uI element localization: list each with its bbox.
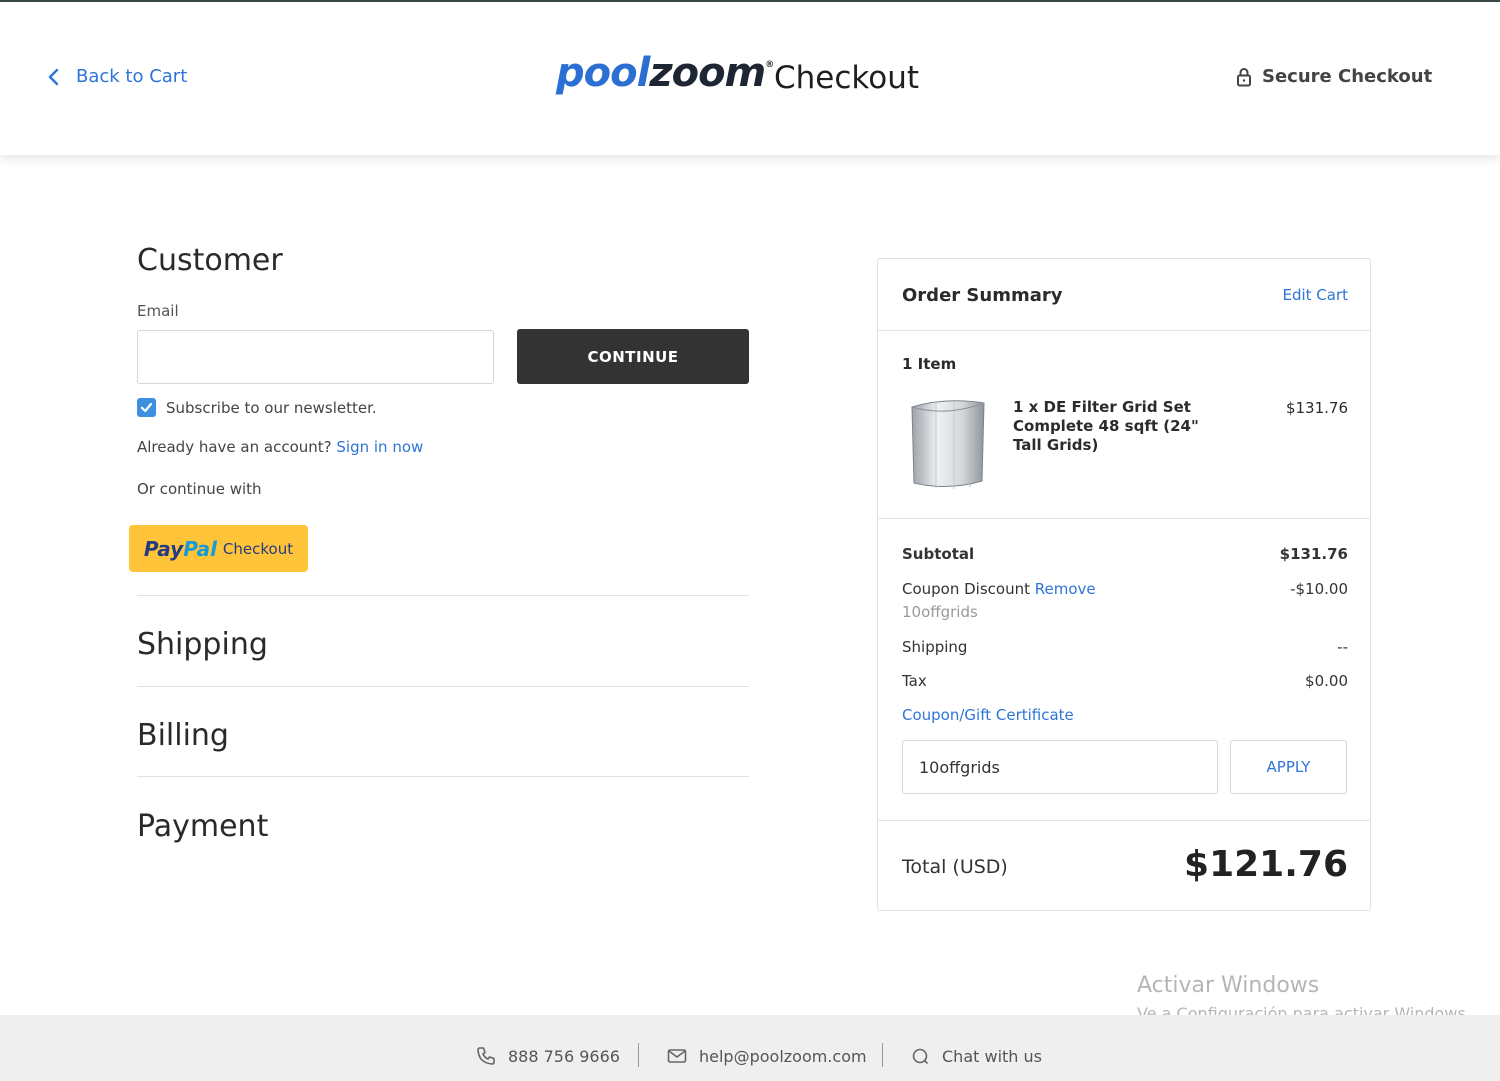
continue-button[interactable]: CONTINUE bbox=[517, 329, 749, 384]
footer-email-label: help@poolzoom.com bbox=[699, 1046, 867, 1066]
shipping-row: Shipping -- bbox=[902, 638, 1348, 656]
item-count: 1 Item bbox=[902, 355, 957, 373]
sign-in-link[interactable]: Sign in now bbox=[336, 438, 423, 456]
or-continue-text: Or continue with bbox=[137, 480, 262, 498]
lock-icon bbox=[1237, 67, 1251, 86]
page-title: Checkout bbox=[774, 60, 920, 96]
shipping-label: Shipping bbox=[902, 638, 968, 656]
check-icon bbox=[140, 402, 153, 413]
billing-section-title[interactable]: Billing bbox=[137, 718, 229, 753]
coupon-discount-row: Coupon Discount Remove -$10.00 bbox=[902, 580, 1348, 598]
phone-icon bbox=[477, 1047, 495, 1065]
account-prompt: Already have an account? Sign in now bbox=[137, 438, 423, 456]
remove-coupon-link[interactable]: Remove bbox=[1035, 580, 1096, 598]
shipping-value: -- bbox=[1337, 638, 1348, 656]
newsletter-option[interactable]: Subscribe to our newsletter. bbox=[137, 398, 377, 417]
coupon-discount-label: Coupon Discount bbox=[902, 580, 1030, 598]
subtotal-value: $131.76 bbox=[1279, 545, 1348, 563]
order-summary-title: Order Summary bbox=[902, 285, 1063, 306]
total-value: $121.76 bbox=[1184, 844, 1348, 885]
footer-phone[interactable]: 888 756 9666 bbox=[476, 1046, 620, 1066]
mail-icon bbox=[667, 1049, 687, 1063]
subtotal-label: Subtotal bbox=[902, 545, 975, 563]
tax-label: Tax bbox=[902, 672, 927, 690]
newsletter-checkbox[interactable] bbox=[137, 398, 156, 417]
divider bbox=[137, 595, 749, 596]
divider bbox=[878, 518, 1370, 519]
customer-title: Customer bbox=[137, 243, 283, 278]
coupon-discount-value: -$10.00 bbox=[1290, 580, 1348, 598]
footer-phone-label: 888 756 9666 bbox=[508, 1046, 620, 1066]
coupon-code-input[interactable] bbox=[902, 740, 1218, 794]
product-name: 1 x DE Filter Grid Set Complete 48 sqft … bbox=[1013, 398, 1199, 454]
divider bbox=[878, 820, 1370, 821]
edit-cart-link[interactable]: Edit Cart bbox=[1282, 286, 1348, 304]
footer-email[interactable]: help@poolzoom.com bbox=[667, 1046, 867, 1066]
page-header: Back to Cart poolzoom® Checkout Secure C… bbox=[0, 2, 1500, 155]
shipping-section-title[interactable]: Shipping bbox=[137, 627, 268, 662]
total-label: Total (USD) bbox=[902, 856, 1008, 878]
newsletter-label: Subscribe to our newsletter. bbox=[166, 398, 377, 417]
secure-checkout-badge: Secure Checkout bbox=[1236, 66, 1432, 87]
payment-section-title[interactable]: Payment bbox=[137, 809, 268, 844]
paypal-logo-pay: Pay bbox=[143, 536, 184, 561]
paypal-checkout-button[interactable]: Pay Pal Checkout bbox=[129, 525, 308, 572]
paypal-logo-pal: Pal bbox=[183, 536, 217, 561]
chat-icon bbox=[912, 1048, 928, 1064]
tax-value: $0.00 bbox=[1305, 672, 1348, 690]
tax-row: Tax $0.00 bbox=[902, 672, 1348, 690]
apply-coupon-button[interactable]: APPLY bbox=[1230, 740, 1347, 794]
subtotal-row: Subtotal $131.76 bbox=[902, 545, 1348, 563]
email-field[interactable] bbox=[137, 330, 494, 384]
account-prompt-text: Already have an account? bbox=[137, 438, 332, 456]
applied-coupon-code: 10offgrids bbox=[902, 603, 978, 621]
product-price: $131.76 bbox=[1285, 399, 1348, 417]
footer-chat-label: Chat with us bbox=[942, 1046, 1042, 1066]
footer-separator bbox=[638, 1043, 639, 1067]
paypal-checkout-label: Checkout bbox=[222, 539, 294, 558]
footer-chat[interactable]: Chat with us bbox=[910, 1046, 1042, 1066]
poolzoom-logo[interactable]: poolzoom® bbox=[556, 50, 774, 96]
divider bbox=[878, 330, 1370, 331]
coupon-gift-certificate-link[interactable]: Coupon/Gift Certificate bbox=[902, 706, 1074, 724]
order-summary-panel: Order Summary Edit Cart 1 Item 1 x DE Fi… bbox=[877, 258, 1371, 911]
back-to-cart-link[interactable]: Back to Cart bbox=[46, 66, 187, 87]
divider bbox=[137, 776, 749, 777]
product-image bbox=[911, 400, 985, 489]
footer-separator bbox=[882, 1043, 883, 1067]
email-label: Email bbox=[137, 302, 179, 320]
coupon-discount-label-wrap: Coupon Discount Remove bbox=[902, 580, 1096, 598]
page-footer: 888 756 9666 help@poolzoom.com Chat with… bbox=[0, 1015, 1500, 1081]
back-to-cart-label: Back to Cart bbox=[76, 66, 188, 87]
secure-checkout-label: Secure Checkout bbox=[1262, 66, 1433, 87]
windows-activation-title: Activar Windows bbox=[1137, 973, 1320, 998]
divider bbox=[137, 686, 749, 687]
chevron-left-icon bbox=[48, 68, 59, 85]
